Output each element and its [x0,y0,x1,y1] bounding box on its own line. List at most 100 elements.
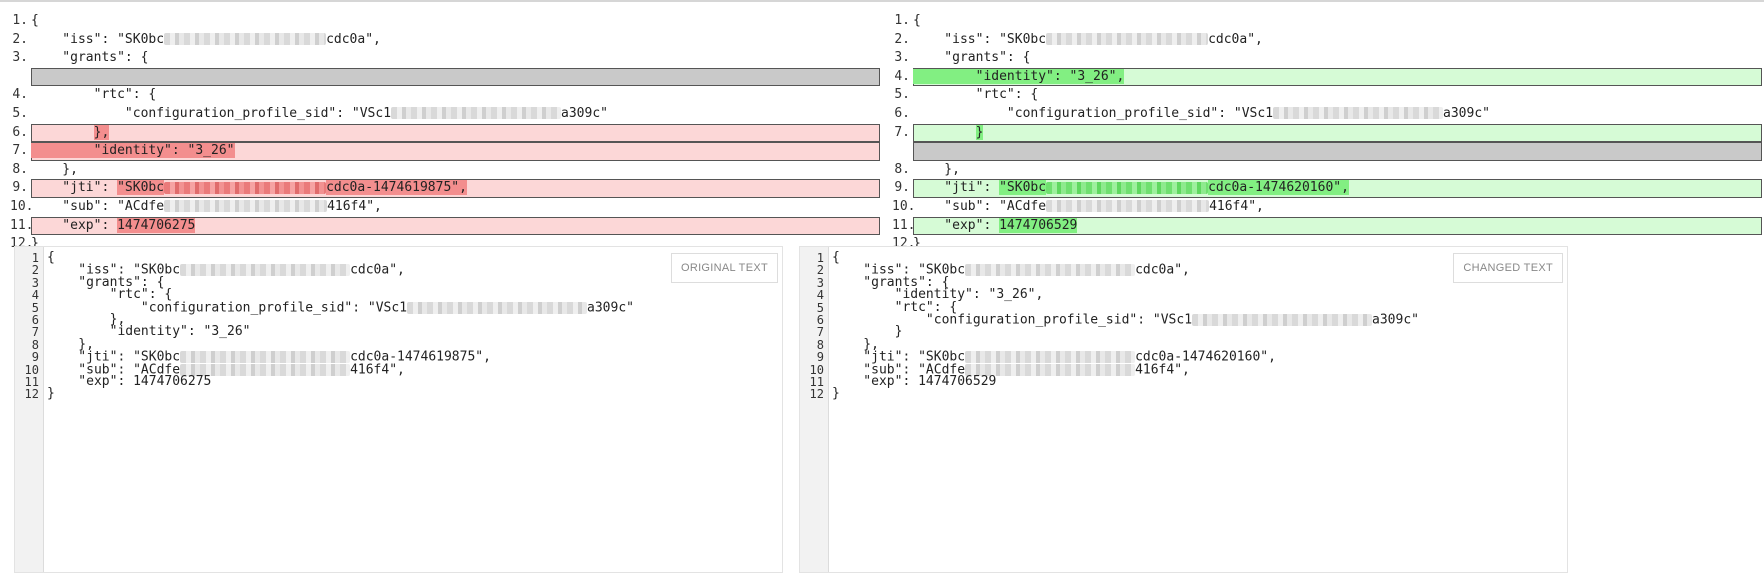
removed-text: "SK0bc [117,180,165,196]
code-text: 416f4", [1135,362,1190,378]
added-text: "SK0bc [999,180,1047,196]
code-text: }, [31,161,78,177]
added-text: } [975,124,984,140]
line-content: "configuration_profile_sid": "VSc1 a309c" [913,105,1490,124]
redacted-value [391,107,562,120]
removed-text: }, [93,124,110,140]
diff-line: 5. "rtc": { [882,86,1764,105]
redacted-value [965,351,1136,364]
line-content[interactable]: } [47,386,55,402]
original-text-editor[interactable]: 1{2 "iss": "SK0bc cdc0a", 3 "grants": {4 "… [14,246,783,573]
diff-line: 8. }, [0,161,882,180]
code-text: "grants": { [913,50,1031,66]
line-content[interactable]: "configuration_profile_sid": "VSc1 a309c" [47,301,634,315]
code-text: a309c" [1372,312,1419,328]
diff-line: 9. "jti": "SK0bc cdc0a-1474620160", [882,179,1764,198]
diff-line: 11. "exp": 1474706529 [882,216,1764,236]
diff-line: 7. "identity": "3_26" [0,142,882,161]
code-text: "sub": "ACdfe [31,198,165,214]
line-content: "sub": "ACdfe 416f4", [31,198,382,217]
line-content: { [913,12,921,31]
changed-text-button[interactable]: CHANGED TEXT [1453,253,1563,283]
editor-line[interactable]: 12} [15,386,782,402]
empty-placeholder-line [31,67,880,87]
diff-pane-original: 1.{2. "iss": "SK0bc cdc0a", 3. "grants": {… [0,12,882,254]
code-text: a309c" [1443,105,1490,121]
changed-text-editor[interactable]: 1{2 "iss": "SK0bc cdc0a", 3 "grants": {4 "… [799,246,1568,573]
line-content: }, [31,161,78,180]
code-text: } [47,386,55,402]
code-text: "exp": [913,217,1000,233]
code-text: "rtc": { [31,87,157,103]
line-content[interactable]: "configuration_profile_sid": "VSc1 a309c" [832,312,1419,328]
diff-line: 6. }, [0,123,882,143]
added-text: 1474706529 [999,217,1078,233]
code-text: "grants": { [31,50,149,66]
line-content: "rtc": { [913,86,1039,105]
code-text: 416f4", [1209,198,1264,214]
redacted-value [965,264,1136,277]
editor-line[interactable]: 7 "identity": "3_26" [15,325,782,340]
diff-line: 3. "grants": { [0,49,882,68]
redacted-value [1046,33,1209,46]
line-number: 7 [31,325,39,340]
line-number: 11. [10,217,34,233]
code-text: 416f4", [327,198,382,214]
line-number: 4. [12,87,28,103]
line-content: { [31,12,39,31]
code-text: "rtc": { [913,87,1039,103]
diff-line: 11. "exp": 1474706275 [0,216,882,236]
line-content[interactable]: "exp": 1474706275 [47,373,212,389]
line-number: 6. [12,124,28,140]
editor-line[interactable]: 7 } [800,325,1567,340]
line-content[interactable]: "exp": 1474706529 [832,375,996,388]
diff-gap-line [0,67,882,87]
line-number: 3. [12,50,28,66]
line-number: 5. [12,105,28,121]
line-number: 9. [12,180,28,196]
line-number: 4 [816,288,824,303]
code-text: { [913,13,921,28]
editor-line[interactable]: 11 "exp": 1474706275 [15,373,782,389]
line-number: 7 [816,325,824,340]
editor-line[interactable]: 5 "configuration_profile_sid": "VSc1 a309… [15,301,782,315]
line-content: "exp": 1474706275 [31,217,196,236]
code-text: }, [913,161,960,177]
redacted-value [164,181,327,194]
line-content: "iss": "SK0bc cdc0a", [31,31,381,50]
diff-line: 6. "configuration_profile_sid": "VSc1 a30… [882,105,1764,124]
line-content[interactable]: } [832,387,840,400]
diff-line: 1.{ [882,12,1764,31]
line-content: "rtc": { [31,86,157,105]
diff-line: 2. "iss": "SK0bc cdc0a", [0,31,882,50]
code-text: a309c" [561,105,608,121]
code-text: "exp": 1474706275 [47,373,212,389]
editor-code[interactable]: 1{2 "iss": "SK0bc cdc0a", 3 "grants": {4 "… [15,251,782,402]
diff-line: 1.{ [0,12,882,31]
added-text: "identity": "3_26", [913,68,1125,84]
editor-line[interactable]: 11 "exp": 1474706529 [800,375,1567,388]
diff-line: 9. "jti": "SK0bc cdc0a-1474619875", [0,179,882,198]
editor-code[interactable]: 1{2 "iss": "SK0bc cdc0a", 3 "grants": {4 "… [800,251,1567,401]
code-text: cdc0a", [1208,31,1263,47]
line-content: "exp": 1474706529 [913,217,1078,236]
editor-line[interactable]: 6 "configuration_profile_sid": "VSc1 a309… [800,312,1567,328]
editor-line[interactable]: 12} [800,387,1567,400]
diff-line: 2. "iss": "SK0bc cdc0a", [882,31,1764,50]
code-text: "iss": "SK0bc [913,31,1047,47]
code-text: "iss": "SK0bc [31,31,165,47]
line-number: 8. [894,161,910,177]
line-number: 11. [892,217,916,233]
removed-line-highlight [31,123,880,143]
original-text-button[interactable]: ORIGINAL TEXT [670,253,778,283]
line-number: 9 [816,350,824,365]
diff-line: 3. "grants": { [882,49,1764,68]
removed-text: cdc0a-1474619875", [326,180,467,196]
line-number: 5. [894,87,910,103]
code-text: "configuration_profile_sid": "VSc1 [31,105,392,121]
line-number: 7. [12,143,28,159]
line-content: "jti": "SK0bc cdc0a-1474620160", [913,179,1349,198]
line-number: 1. [894,13,910,28]
diff-pane-changed: 1.{2. "iss": "SK0bc cdc0a", 3. "grants": {… [882,12,1764,254]
